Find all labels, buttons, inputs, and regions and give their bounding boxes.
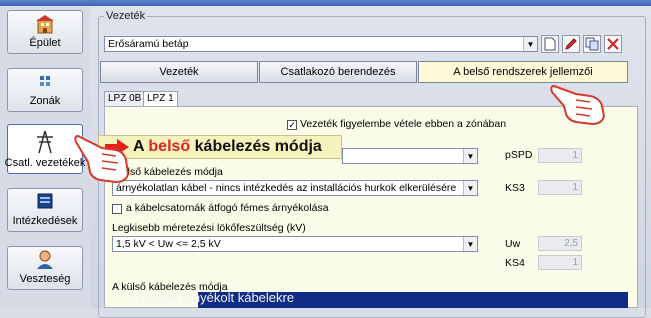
sidebar-item-zones[interactable]: Zonák [7, 68, 83, 112]
callout-title: A belső kábelezés módja [133, 138, 322, 156]
sidebar-item-loss[interactable]: Veszteség [7, 246, 83, 290]
tab-label: A belső rendszerek jellemzői [453, 66, 593, 78]
tab-label: Vezeték [159, 66, 199, 78]
ks4-label: KS4 [505, 257, 525, 269]
chevron-down-icon: ▼ [463, 149, 477, 163]
chevron-down-icon: ▼ [463, 237, 477, 251]
ks3-value[interactable]: 1 [538, 180, 582, 195]
pspd-label: pSPD [505, 149, 533, 161]
measures-icon [37, 193, 53, 209]
chevron-down-icon: ▼ [523, 37, 537, 51]
delete-button[interactable] [604, 35, 622, 53]
uw-label: Uw [505, 238, 521, 250]
duct-shielding-label: a kábelcsatornák átfogó fémes árnyékolás… [126, 202, 329, 214]
tab-internal-systems[interactable]: A belső rendszerek jellemzői [418, 61, 628, 83]
subtab-lpz1[interactable]: LPZ 1 [143, 91, 178, 106]
sidebar-item-measures[interactable]: Intézkedések [7, 188, 83, 232]
callout-highlight: belső [148, 138, 191, 155]
consider-line-label: Vezeték figyelembe vétele ebben a zónába… [300, 118, 507, 130]
pointing-hand-icon [74, 134, 130, 184]
pointing-hand-icon [550, 84, 606, 126]
sidebar-item-building[interactable]: Épület [7, 10, 83, 54]
subtab-lpz0b[interactable]: LPZ 0B [104, 91, 146, 106]
tab-connecting-equipment[interactable]: Csatlakozó berendezés [259, 61, 417, 83]
building-icon [36, 15, 54, 34]
withstand-voltage-label: Legkisebb méretezési lökőfeszültség (kV) [112, 222, 306, 234]
ks3-label: KS3 [505, 182, 525, 194]
duct-shielding-checkbox[interactable] [112, 204, 122, 214]
pspd-value[interactable]: 1 [538, 148, 582, 163]
sidebar-item-label: Zonák [29, 95, 61, 107]
copy-icon [585, 37, 599, 51]
group-title: Vezeték [104, 10, 148, 22]
line-select[interactable]: Erősáramú betáp ▼ [104, 36, 538, 52]
edit-button[interactable] [562, 35, 580, 53]
line-select-value: Erősáramú betáp [108, 38, 189, 50]
zones-icon [40, 76, 50, 86]
line-type-select[interactable]: ▼ [342, 148, 478, 164]
close-icon [607, 38, 619, 50]
sidebar-item-label: Veszteség [19, 273, 71, 285]
ks4-value[interactable]: 1 [538, 255, 582, 270]
pencil-icon [565, 38, 577, 50]
tab-line[interactable]: Vezeték [100, 61, 258, 83]
sidebar-item-label: Intézkedések [12, 215, 78, 227]
sidebar-item-label: Épület [29, 37, 61, 49]
chevron-down-icon: ▼ [463, 181, 477, 195]
consider-line-checkbox[interactable]: ✓ [287, 120, 297, 130]
uw-value[interactable]: 2,5 [538, 236, 582, 251]
bottom-caption: Példák árnyékolt kábelekre [138, 290, 295, 305]
copy-button[interactable] [583, 35, 601, 53]
withstand-voltage-value: 1,5 kV < Uw <= 2,5 kV [116, 238, 221, 250]
withstand-voltage-select[interactable]: 1,5 kV < Uw <= 2,5 kV ▼ [112, 236, 478, 252]
subtab-label: LPZ 1 [147, 93, 174, 104]
person-loss-icon [37, 250, 53, 269]
internal-wiring-select[interactable]: árnyékolatlan kábel - nincs intézkedés a… [112, 180, 478, 196]
new-document-button[interactable] [541, 35, 559, 53]
tab-label: Csatlakozó berendezés [280, 66, 396, 78]
document-icon [544, 37, 556, 51]
subtab-label: LPZ 0B [108, 93, 142, 104]
callout-suffix: kábelezés módja [190, 138, 322, 155]
internal-wiring-value: árnyékolatlan kábel - nincs intézkedés a… [116, 182, 457, 194]
power-pylon-icon [37, 130, 53, 154]
